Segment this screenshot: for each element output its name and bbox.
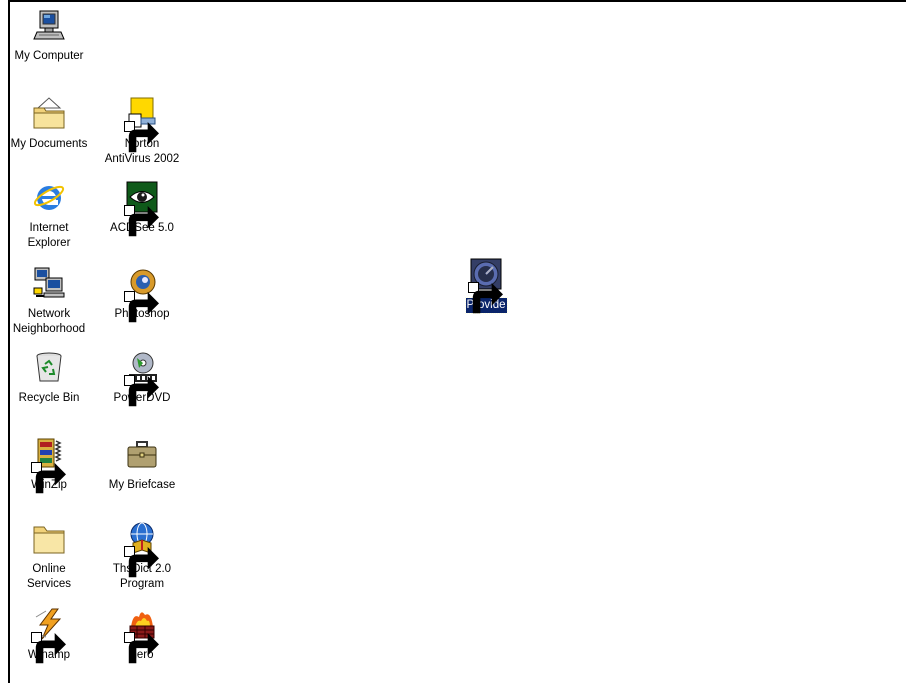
my-documents-desktop-icon[interactable]: My Documents xyxy=(6,96,92,152)
winzip-icon xyxy=(31,437,66,494)
norton-antivirus-desktop-icon[interactable]: Norton AntiVirus 2002 xyxy=(99,96,185,167)
internet-explorer-desktop-icon[interactable]: Internet Explorer xyxy=(6,180,92,251)
winzip-desktop-icon[interactable]: WinZip xyxy=(6,437,92,494)
acdsee-eye-icon xyxy=(124,180,159,237)
shortcut-arrow-icon xyxy=(31,462,66,494)
computer-icon xyxy=(32,8,66,42)
icon-label: Internet Explorer xyxy=(27,222,71,249)
nero-burning-icon xyxy=(124,607,159,664)
nero-desktop-icon[interactable]: nero xyxy=(99,607,185,664)
shortcut-arrow-icon xyxy=(124,291,159,323)
network-computers-icon xyxy=(32,266,66,300)
provide-icon xyxy=(468,257,503,314)
winamp-lightning-icon xyxy=(31,607,66,664)
powerdvd-desktop-icon[interactable]: PowerDVD xyxy=(99,350,185,407)
shortcut-arrow-icon xyxy=(31,632,66,664)
folder-icon xyxy=(32,521,66,555)
icon-label: My Documents xyxy=(10,138,88,150)
recycle-bin-icon xyxy=(32,350,66,384)
photoshop-icon xyxy=(124,266,159,323)
icon-label: Online Services xyxy=(26,563,72,590)
norton-antivirus-icon xyxy=(124,96,159,153)
icon-label: My Briefcase xyxy=(108,479,176,491)
online-services-desktop-icon[interactable]: Online Services xyxy=(6,521,92,592)
icon-label: My Computer xyxy=(14,50,84,62)
desktop: My Computer My Documents Norton AntiViru… xyxy=(0,0,906,683)
provide-desktop-icon[interactable]: Provide xyxy=(443,257,529,314)
icon-label: Recycle Bin xyxy=(18,392,80,404)
recycle-bin-desktop-icon[interactable]: Recycle Bin xyxy=(6,350,92,406)
shortcut-arrow-icon xyxy=(124,632,159,664)
thsdict-globe-book-icon xyxy=(124,521,159,578)
my-computer-desktop-icon[interactable]: My Computer xyxy=(6,8,92,64)
shortcut-arrow-icon xyxy=(124,375,159,407)
internet-explorer-icon xyxy=(32,180,66,214)
shortcut-arrow-icon xyxy=(124,121,159,153)
photoshop-desktop-icon[interactable]: Photoshop xyxy=(99,266,185,323)
icon-label: Network Neighborhood xyxy=(12,308,86,335)
powerdvd-icon xyxy=(124,350,159,407)
screen-edge-top xyxy=(8,0,906,2)
winamp-desktop-icon[interactable]: Winamp xyxy=(6,607,92,664)
shortcut-arrow-icon xyxy=(124,546,159,578)
briefcase-icon xyxy=(125,437,159,471)
shortcut-arrow-icon xyxy=(124,205,159,237)
my-briefcase-desktop-icon[interactable]: My Briefcase xyxy=(99,437,185,493)
documents-folder-icon xyxy=(32,96,66,130)
acdsee-desktop-icon[interactable]: ACDSee 5.0 xyxy=(99,180,185,237)
thsdict-desktop-icon[interactable]: ThsDict 2.0 Program xyxy=(99,521,185,592)
shortcut-arrow-icon xyxy=(468,282,503,314)
network-neighborhood-desktop-icon[interactable]: Network Neighborhood xyxy=(6,266,92,337)
